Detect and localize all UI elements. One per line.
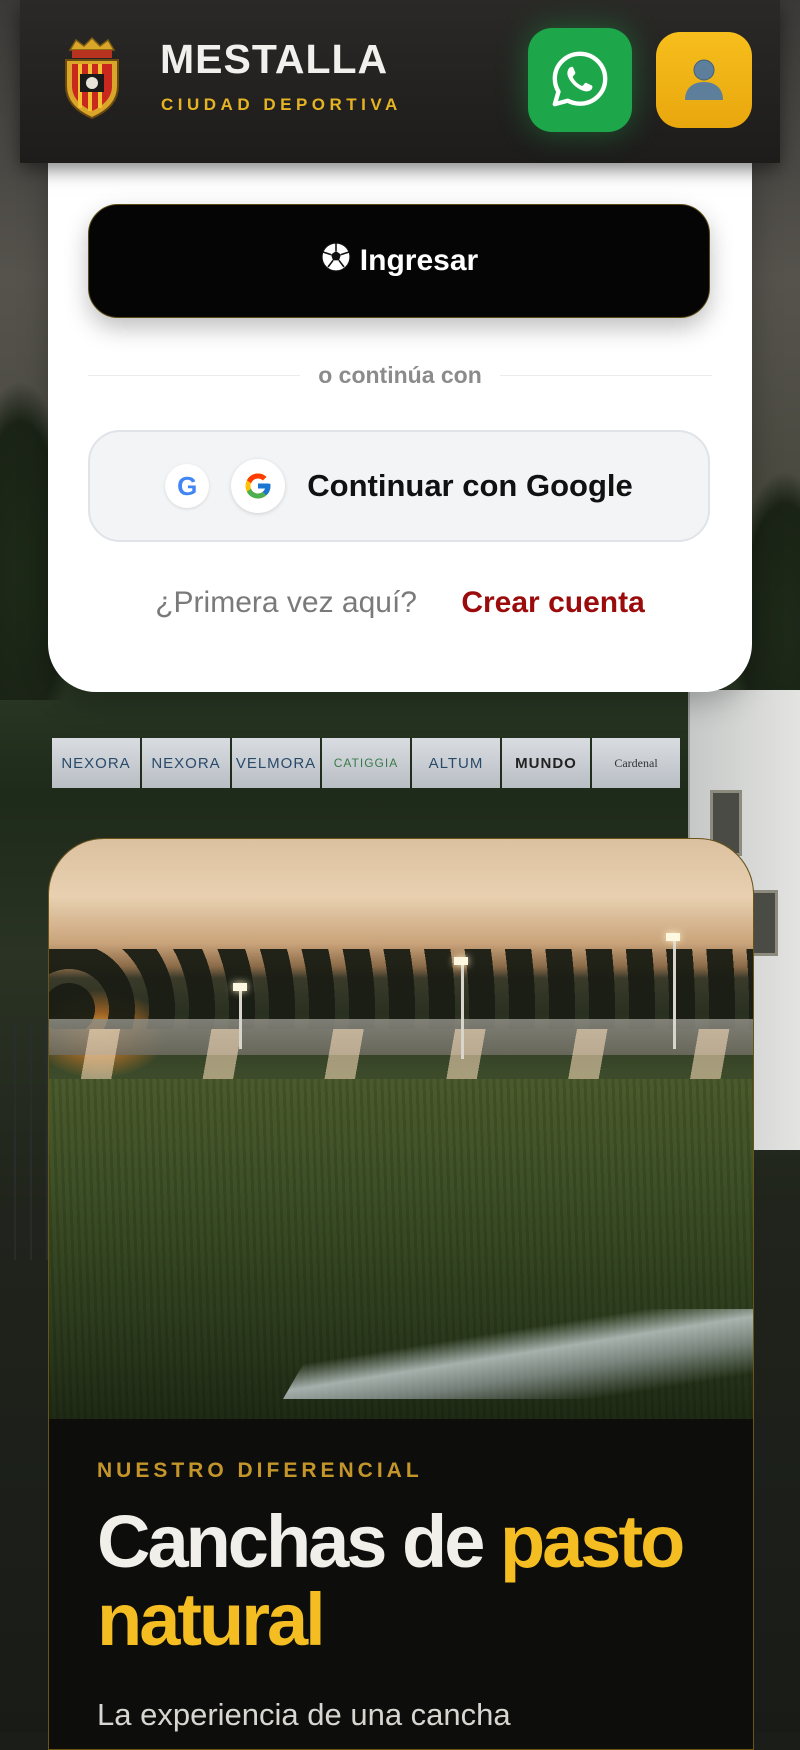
promo-text-block: NUESTRO DIFERENCIAL Canchas de pasto nat…: [97, 1459, 717, 1733]
google-signin-label: Continuar con Google: [307, 468, 633, 503]
ingresar-label: Ingresar: [359, 244, 479, 277]
sponsor-banner: Cardenal: [592, 738, 680, 788]
floodlight-lamp: [233, 983, 247, 991]
floodlight-pole: [673, 939, 676, 1049]
sponsor-banner: NEXORA: [52, 738, 140, 788]
whatsapp-button[interactable]: [528, 28, 632, 132]
headline-white: Canchas de: [97, 1500, 500, 1583]
login-card: Ingresar o continúa con G Continuar con …: [48, 144, 752, 692]
or-divider: o continúa con: [88, 360, 712, 390]
user-profile-button[interactable]: [656, 32, 752, 128]
divider-line: [88, 374, 301, 376]
sponsor-banner-row: NEXORA NEXORA VELMORA CATIGGIA ALTUM MUN…: [52, 738, 682, 788]
headline-gold: pasto: [499, 1500, 685, 1583]
google-signin-button[interactable]: G Continuar con Google: [88, 430, 710, 542]
google-g-icon: G: [165, 464, 210, 508]
signup-prompt: ¿Primera vez aquí? Crear cuenta: [48, 586, 752, 620]
sponsor-banner: MUNDO: [502, 738, 590, 788]
user-icon: [681, 56, 727, 105]
promo-card: NUESTRO DIFERENCIAL Canchas de pasto nat…: [48, 838, 754, 1750]
pitch-line: [283, 1309, 753, 1399]
headline-gold: natural: [97, 1578, 326, 1661]
create-account-link[interactable]: Crear cuenta: [461, 586, 644, 619]
sponsor-banner: VELMORA: [232, 738, 320, 788]
floodlight-pole: [461, 964, 464, 1059]
promo-body: La experiencia de una cancha: [97, 1697, 511, 1732]
whatsapp-icon: [549, 48, 611, 113]
sponsor-banner: ALTUM: [412, 738, 500, 788]
brand-title: MESTALLA: [160, 36, 389, 82]
sponsor-banner: NEXORA: [142, 738, 230, 788]
first-time-text: ¿Primera vez aquí?: [155, 586, 417, 619]
sponsor-banner: CATIGGIA: [322, 738, 410, 788]
google-logo-icon: [231, 459, 286, 513]
divider-line: [499, 374, 712, 376]
floodlight-lamp: [666, 933, 680, 941]
app-header: MESTALLA CIUDAD DEPORTIVA: [20, 0, 780, 163]
promo-eyebrow: NUESTRO DIFERENCIAL: [97, 1459, 423, 1482]
promo-headline: Canchas de pasto natural: [97, 1503, 717, 1659]
club-crest-icon: [62, 36, 122, 120]
background-fence: [0, 1020, 53, 1260]
floodlight-lamp: [454, 957, 468, 965]
brand-subtitle: CIUDAD DEPORTIVA: [161, 95, 402, 114]
soccer-ball-icon: [320, 241, 352, 281]
natural-grass-pitch-photo: [49, 839, 753, 1419]
ingresar-button[interactable]: Ingresar: [88, 204, 710, 318]
treeline: [49, 949, 753, 1029]
divider-text: o continúa con: [318, 361, 482, 388]
floodlight-pole: [239, 989, 242, 1049]
